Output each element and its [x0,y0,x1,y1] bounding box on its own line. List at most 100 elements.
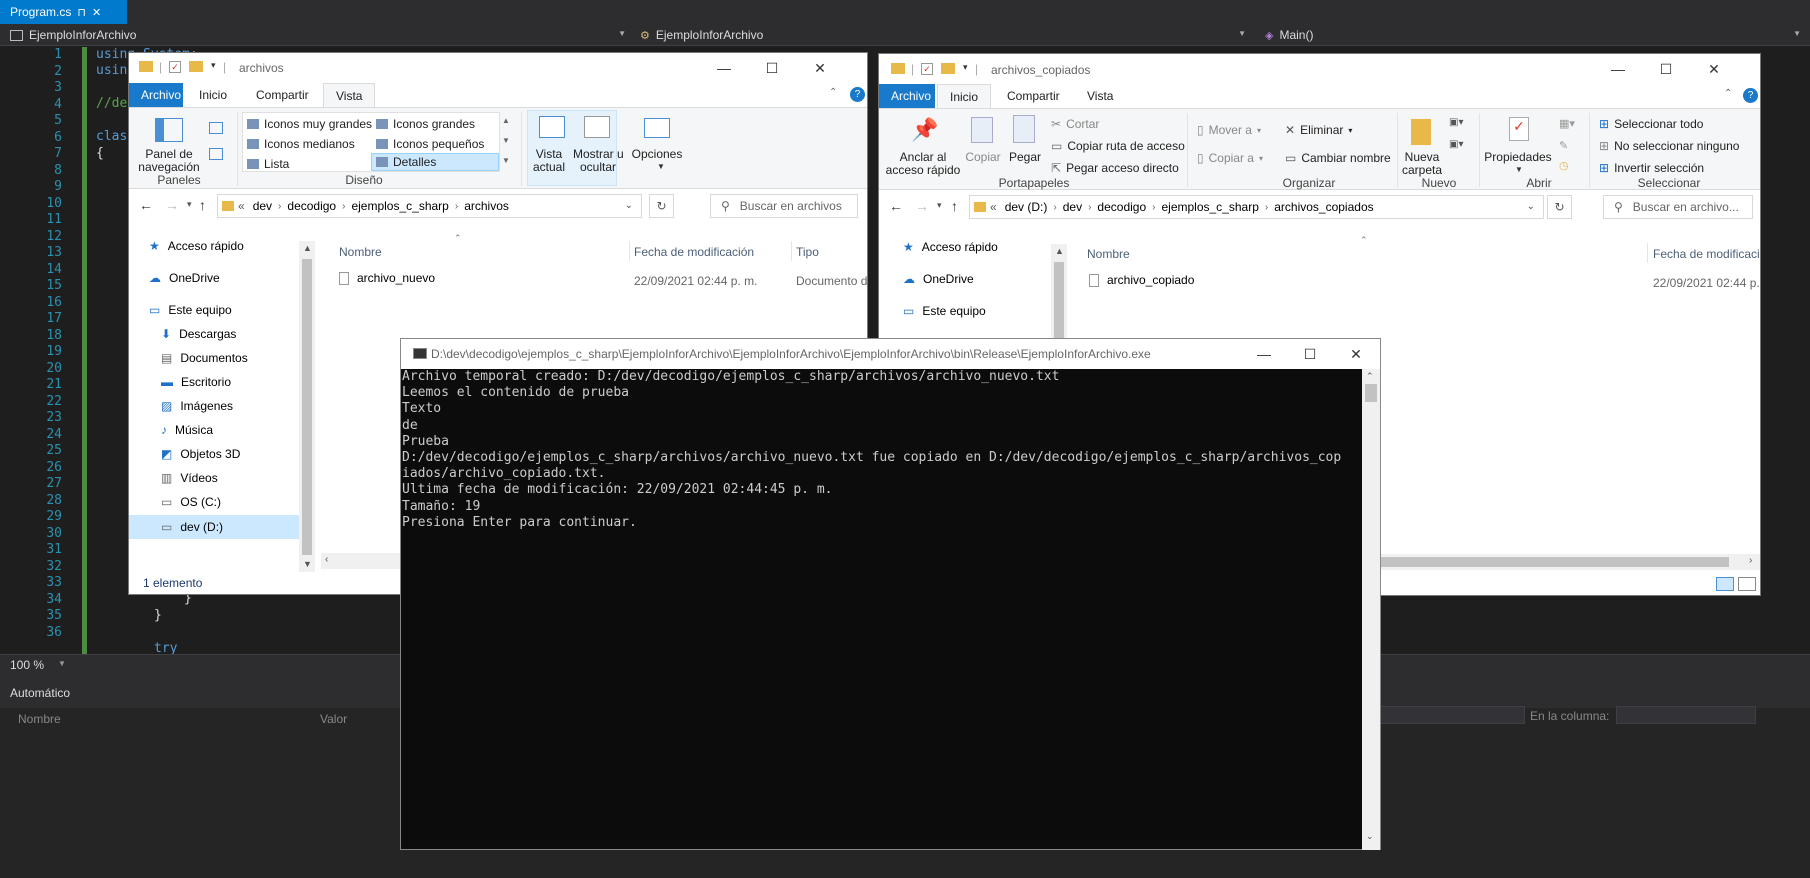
invert-selection-button[interactable]: ⊞ Invertir selección [1599,161,1704,175]
scroll-thumb[interactable] [302,259,312,555]
scroll-down-icon[interactable]: ▼ [502,136,510,145]
tab-inicio[interactable]: Inicio [937,84,992,108]
customize-qa-icon[interactable]: ▾ [963,62,968,73]
close-icon[interactable]: ✕ [1691,54,1737,84]
nav-quick-access[interactable]: ★ Acceso rápido [149,239,244,253]
forward-arrow-icon[interactable]: → [165,197,179,213]
details-view-toggle-icon[interactable] [1716,577,1734,591]
easy-access-icon[interactable]: ▣▾ [1449,139,1463,150]
nav-videos[interactable]: ▥ Vídeos [161,471,218,485]
nav-scrollbar[interactable]: ▲ ▼ [299,241,315,573]
preview-pane-icon[interactable] [209,122,223,134]
search-input[interactable]: ⚲ Buscar en archivos [710,194,858,218]
tab-vista[interactable]: Vista [1075,84,1125,108]
large-icons-toggle-icon[interactable] [1738,577,1756,591]
class-combo[interactable]: ⚙ EjemploInforArchivo ▼ [640,26,1250,44]
show-hide-button[interactable]: Mostrar u ocultar [573,148,624,174]
close-icon[interactable]: ✕ [797,53,843,83]
nav-music[interactable]: ♪ Música [161,423,213,437]
search-input[interactable]: ⚲ Buscar en archivo... [1603,195,1753,219]
options-button[interactable]: Opciones [627,148,687,161]
help-icon[interactable]: ? [850,87,865,102]
new-folder-qa-icon[interactable] [189,61,203,72]
properties-qa-icon[interactable]: ✓ [169,61,181,73]
customize-qa-icon[interactable]: ▾ [211,60,216,71]
nav-3d-objects[interactable]: ◩ Objetos 3D [161,447,240,461]
paste-shortcut-button[interactable]: ⇱ Pegar acceso directo [1051,161,1179,175]
new-folder-button[interactable]: Nueva carpeta [1399,151,1445,177]
maximize-icon[interactable]: ☐ [1643,54,1689,84]
col-name-header[interactable]: Nombre [339,245,382,259]
copy-to-button[interactable]: ▯ Copiar a ▾ [1197,151,1263,165]
overflow-icon[interactable]: « [238,199,245,213]
col-name-header[interactable]: Nombre [1087,247,1130,261]
chevron-down-icon[interactable]: ⌄ [1527,201,1535,212]
nav-onedrive[interactable]: ☁ OneDrive [149,271,220,285]
more-layouts-icon[interactable]: ▼ [502,156,510,165]
search-combo[interactable] [1380,706,1525,724]
crumb-ejemplos[interactable]: ejemplos_c_sharp [351,199,448,213]
nav-quick-access[interactable]: ★ Acceso rápido [903,240,998,254]
pin-icon[interactable]: ⊓ [77,6,86,19]
open-icon[interactable]: ▦▾ [1559,117,1575,130]
member-combo[interactable]: ◈ Main() ▼ [1265,26,1805,44]
crumb-decodigo[interactable]: decodigo [287,199,336,213]
nav-drive-c[interactable]: ▭ OS (C:) [161,495,221,509]
tab-archivo[interactable]: Archivo [129,83,183,107]
minimize-icon[interactable]: — [701,53,747,83]
file-row-archivo-copiado[interactable]: archivo_copiado [1089,273,1194,287]
history-icon[interactable]: ◷ [1559,159,1569,172]
nav-this-pc[interactable]: ▭ Este equipo [903,304,986,318]
collapse-ribbon-icon[interactable]: ⌃ [829,87,837,98]
help-icon[interactable]: ? [1743,88,1758,103]
copy-button[interactable]: Copiar [963,151,1003,164]
recent-chevron-icon[interactable]: ▾ [937,200,942,211]
close-icon[interactable]: ✕ [1333,339,1379,369]
scroll-left-icon[interactable]: ‹ [325,554,328,565]
details-pane-icon[interactable] [209,148,223,160]
refresh-icon[interactable]: ↻ [1547,195,1572,219]
scroll-up-icon[interactable]: ▲ [1055,246,1064,256]
zoom-level[interactable]: 100 % [10,658,44,672]
scroll-thumb[interactable] [1365,384,1377,402]
h-scrollbar[interactable]: › [1379,554,1760,570]
overflow-icon[interactable]: « [990,200,997,214]
nav-drive-d[interactable]: ▭ dev (D:) [129,515,299,539]
crumb-dev[interactable]: dev [1063,200,1082,214]
project-combo[interactable]: EjemploInforArchivo ▼ [10,26,630,44]
address-bar[interactable]: « dev (D:) › dev › decodigo › ejemplos_c_sh… [969,195,1544,219]
tab-compartir[interactable]: Compartir [244,83,321,107]
recent-chevron-icon[interactable]: ▾ [187,199,192,210]
chevron-down-icon[interactable]: ▼ [657,162,665,171]
chevron-down-icon[interactable]: ⌄ [625,200,633,211]
refresh-icon[interactable]: ↻ [649,194,674,218]
rename-button[interactable]: ▭ Cambiar nombre [1285,151,1391,165]
crumb-dev[interactable]: dev [253,199,272,213]
console-scrollbar[interactable]: ⌃ ⌄ [1362,369,1380,850]
maximize-icon[interactable]: ☐ [1287,339,1333,369]
col-value[interactable]: Valor [320,712,347,726]
console-titlebar[interactable]: D:\dev\decodigo\ejemplos_c_sharp\Ejemplo… [401,339,1380,369]
move-to-button[interactable]: ▯ Mover a ▾ [1197,123,1261,137]
new-item-icon[interactable]: ▣▾ [1449,117,1463,128]
collapse-ribbon-icon[interactable]: ⌃ [1724,88,1732,99]
delete-button[interactable]: ✕ Eliminar ▾ [1285,123,1352,137]
col-date-header[interactable]: Fecha de modificaci [1653,247,1760,261]
console-window[interactable]: D:\dev\decodigo\ejemplos_c_sharp\Ejemplo… [400,338,1381,850]
layout-medium-icons[interactable]: Iconos medianos [247,137,355,151]
paste-button[interactable]: Pegar [1005,151,1045,164]
nav-scrollbar[interactable]: ▲ [1051,244,1067,339]
minimize-icon[interactable]: — [1241,339,1287,369]
crumb-archivos-copiados[interactable]: archivos_copiados [1274,200,1373,214]
tab-vista[interactable]: Vista [323,83,376,107]
scroll-up-icon[interactable]: ⌃ [1366,371,1374,382]
scroll-right-icon[interactable]: › [1749,555,1752,566]
new-folder-qa-icon[interactable] [941,63,955,74]
up-arrow-icon[interactable]: ↑ [199,197,206,213]
layout-small-icons[interactable]: Iconos pequeños [376,137,484,151]
chevron-down-icon[interactable]: ▼ [58,659,66,668]
crumb-drive-d[interactable]: dev (D:) [1005,200,1048,214]
copy-path-button[interactable]: ▭ Copiar ruta de acceso [1051,139,1185,153]
scroll-up-icon[interactable]: ▲ [303,243,312,253]
col-date-header[interactable]: Fecha de modificación [634,245,754,259]
